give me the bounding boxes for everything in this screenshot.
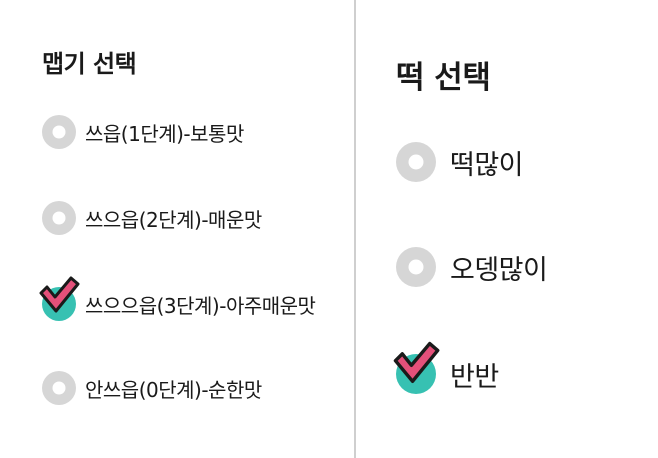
radio-unchecked-icon[interactable] [396,247,436,287]
spicy-option-level-3[interactable]: 쓰으으읍(3단계)-아주매운맛 [39,276,316,321]
option-label: 오뎅많이 [450,254,548,286]
option-label: 쓰으으읍(3단계)-아주매운맛 [85,293,316,318]
option-label: 쓰으읍(2단계)-매운맛 [85,207,262,232]
checkmark-icon [39,276,80,313]
radio-checked-icon[interactable] [393,341,440,394]
option-label: 쓰읍(1단계)-보통맛 [85,121,244,146]
option-label: 안쓰읍(0단계)-순한맛 [85,377,262,402]
rice-cake-option-more-tteok[interactable]: 떡많이 [396,142,524,182]
radio-checked-icon[interactable] [39,276,80,321]
option-label: 떡많이 [450,149,524,181]
radio-unchecked-icon[interactable] [42,201,76,235]
radio-unchecked-icon[interactable] [396,142,436,182]
checkmark-icon [393,341,440,384]
panel-divider [354,0,356,458]
spicy-option-level-0[interactable]: 안쓰읍(0단계)-순한맛 [42,371,262,405]
spiciness-panel: 맵기 선택 쓰읍(1단계)-보통맛 쓰으읍(2단계)-매운맛 쓰으으읍(3단계)… [0,0,354,458]
rice-cake-option-more-eomuk[interactable]: 오뎅많이 [396,247,548,287]
radio-unchecked-icon[interactable] [42,115,76,149]
spicy-option-level-2[interactable]: 쓰으읍(2단계)-매운맛 [42,201,262,235]
spicy-option-level-1[interactable]: 쓰읍(1단계)-보통맛 [42,115,244,149]
rice-cake-title: 떡 선택 [396,60,491,96]
spiciness-title: 맵기 선택 [42,50,137,78]
rice-cake-panel: 떡 선택 떡많이 오뎅많이 반반 [357,0,658,458]
rice-cake-option-half-half[interactable]: 반반 [393,341,499,394]
option-label: 반반 [450,361,499,393]
radio-unchecked-icon[interactable] [42,371,76,405]
